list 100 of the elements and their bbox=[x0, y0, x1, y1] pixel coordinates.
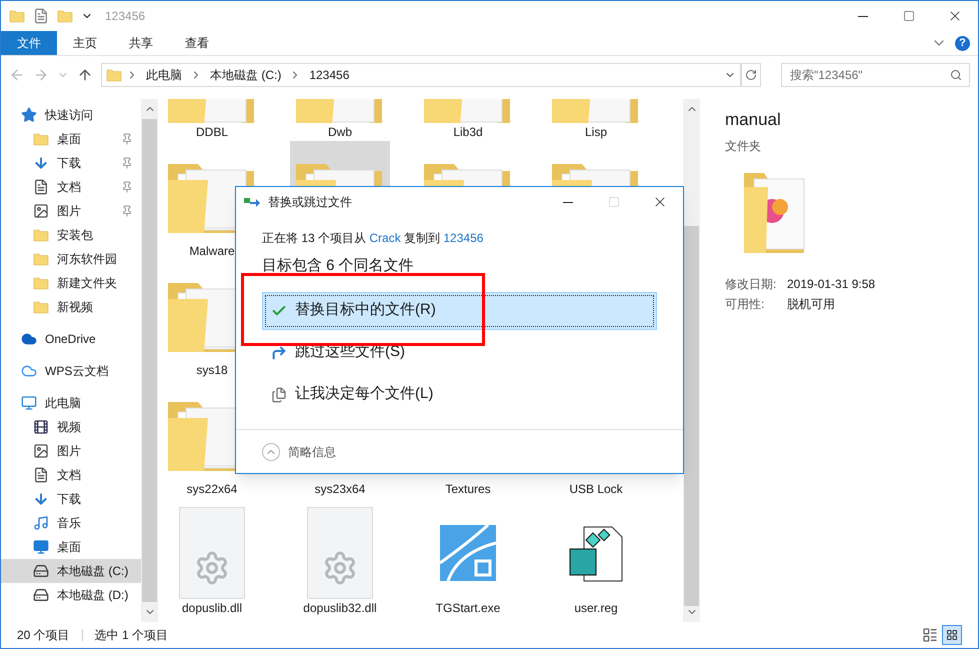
file-name: Lisp bbox=[584, 124, 607, 141]
ribbon-tab[interactable]: 主页 bbox=[57, 31, 113, 55]
ribbon-tab[interactable]: 文件 bbox=[1, 31, 57, 55]
sidebar-label: 桌面 bbox=[57, 539, 81, 556]
sidebar-item[interactable]: 桌面 bbox=[1, 127, 141, 151]
refresh-button[interactable] bbox=[741, 63, 761, 87]
dialog-heading: 目标包含 6 个同名文件 bbox=[261, 256, 415, 276]
sidebar-label: 本地磁盘 (C:) bbox=[57, 563, 128, 580]
sidebar-label: 桌面 bbox=[57, 131, 81, 148]
file-item[interactable]: dopuslib32.dll bbox=[290, 498, 390, 617]
maximize-icon bbox=[903, 10, 915, 22]
document-icon bbox=[33, 467, 49, 483]
refresh-icon bbox=[745, 69, 757, 81]
sidebar-label: 图片 bbox=[57, 443, 81, 460]
folder-icon bbox=[33, 251, 49, 267]
transfer-icon bbox=[244, 196, 260, 208]
file-item[interactable]: TGStart.exe bbox=[418, 498, 518, 617]
sidebar-item[interactable]: 新视频 bbox=[1, 295, 141, 319]
file-item[interactable]: dopuslib.dll bbox=[162, 498, 262, 617]
large-icons-view-button[interactable] bbox=[942, 625, 962, 645]
sidebar-label: 此电脑 bbox=[45, 395, 81, 412]
file-item[interactable]: Lib3d bbox=[418, 99, 518, 141]
sidebar-item[interactable]: 此电脑 bbox=[1, 391, 141, 415]
folder-icon bbox=[33, 131, 49, 147]
ribbon-tab[interactable]: 共享 bbox=[113, 31, 169, 55]
option-button[interactable]: 让我决定每个文件(L) bbox=[262, 376, 657, 414]
sidebar-item[interactable]: WPS云文档 bbox=[1, 359, 141, 383]
file-name: dopuslib.dll bbox=[182, 600, 242, 617]
file-name: USB Lock bbox=[569, 481, 623, 498]
selection-count: 选中 1 个项目 bbox=[94, 627, 168, 644]
folder-icon bbox=[33, 227, 49, 243]
sidebar-label: 快速访问 bbox=[45, 107, 93, 124]
sidebar-item[interactable]: 新建文件夹 bbox=[1, 271, 141, 295]
file-name: user.reg bbox=[574, 600, 618, 617]
file-name: sys22x64 bbox=[186, 481, 238, 498]
sidebar-item[interactable]: 河东软件园 bbox=[1, 247, 141, 271]
sidebar-label: 图片 bbox=[57, 203, 81, 220]
breadcrumb[interactable]: 此电脑 bbox=[142, 66, 186, 84]
address-bar[interactable]: 此电脑 本地磁盘 (C:) 123456 bbox=[101, 63, 741, 87]
scrollbar[interactable] bbox=[683, 99, 700, 622]
detail-label: 可用性: bbox=[725, 296, 766, 312]
desktop-icon bbox=[33, 539, 49, 555]
fewer-details-link[interactable]: 简略信息 bbox=[288, 442, 336, 460]
sidebar-item[interactable]: OneDrive bbox=[1, 327, 141, 351]
copy-message: 正在将 13 个项目从 Crack 复制到 123456 bbox=[261, 230, 484, 247]
folder-icon bbox=[9, 8, 25, 24]
item-count: 20 个项目 bbox=[17, 627, 70, 644]
folder-icon bbox=[33, 299, 49, 315]
sidebar-item[interactable]: 视频 bbox=[1, 415, 141, 439]
sidebar-item[interactable]: 文档 bbox=[1, 463, 141, 487]
properties-icon[interactable] bbox=[33, 8, 49, 24]
film-icon bbox=[33, 419, 49, 435]
details-view-icon[interactable] bbox=[922, 627, 938, 643]
detail-value: 2019-01-31 9:58 bbox=[787, 276, 876, 292]
folder-icon bbox=[33, 275, 49, 291]
file-settings-icon bbox=[307, 506, 373, 598]
up-button[interactable] bbox=[77, 67, 93, 83]
breadcrumb[interactable]: 本地磁盘 (C:) bbox=[206, 66, 286, 84]
sidebar-item[interactable]: 文档 bbox=[1, 175, 141, 199]
file-item[interactable]: DDBL bbox=[162, 99, 262, 141]
download-icon bbox=[33, 491, 49, 507]
sidebar-item[interactable]: 音乐 bbox=[1, 511, 141, 535]
folder-link[interactable]: 123456 bbox=[443, 231, 484, 245]
folder-link[interactable]: Crack bbox=[369, 231, 401, 245]
scrollbar[interactable] bbox=[141, 99, 158, 622]
maximize-icon bbox=[608, 196, 620, 208]
sidebar-item[interactable]: 本地磁盘 (D:) bbox=[1, 583, 141, 607]
item-type: 文件夹 bbox=[725, 138, 762, 154]
collapse-button[interactable] bbox=[262, 442, 280, 460]
sidebar-item[interactable]: 快速访问 bbox=[1, 103, 141, 127]
sidebar-item[interactable]: 安装包 bbox=[1, 223, 141, 247]
cloud-icon bbox=[21, 363, 37, 379]
sidebar-label: 下载 bbox=[57, 155, 81, 172]
sidebar-label: 文档 bbox=[57, 179, 81, 196]
sidebar-label: 新建文件夹 bbox=[57, 275, 117, 292]
detail-value: 脱机可用 bbox=[787, 296, 835, 312]
back-button[interactable] bbox=[9, 67, 25, 83]
option-button[interactable]: 替换目标中的文件(R) bbox=[262, 292, 657, 330]
sidebar-item[interactable]: 下载 bbox=[1, 487, 141, 511]
forward-button[interactable] bbox=[33, 67, 49, 83]
file-name: Dwb bbox=[328, 124, 352, 141]
sidebar-item[interactable]: 下载 bbox=[1, 151, 141, 175]
sidebar-item[interactable]: 桌面 bbox=[1, 535, 141, 559]
sidebar-item[interactable]: 图片 bbox=[1, 439, 141, 463]
file-settings-icon bbox=[179, 506, 245, 598]
new-folder-icon bbox=[57, 8, 73, 24]
search-icon bbox=[950, 69, 962, 81]
ribbon-tab[interactable]: 查看 bbox=[169, 31, 225, 55]
sidebar-label: WPS云文档 bbox=[45, 363, 108, 380]
sidebar-item[interactable]: 本地磁盘 (C:) bbox=[1, 559, 141, 583]
search-field[interactable]: 搜索"123456" bbox=[781, 63, 970, 87]
help-button[interactable]: ? bbox=[955, 36, 970, 50]
files-icon bbox=[271, 386, 287, 402]
file-item[interactable]: Lisp bbox=[546, 99, 646, 141]
sidebar-label: 河东软件园 bbox=[57, 251, 117, 268]
skip-arrow-icon bbox=[271, 344, 287, 360]
file-item[interactable]: Dwb bbox=[290, 99, 390, 141]
sidebar-item[interactable]: 图片 bbox=[1, 199, 141, 223]
breadcrumb[interactable]: 123456 bbox=[305, 66, 354, 84]
file-item[interactable]: user.reg bbox=[546, 498, 646, 617]
